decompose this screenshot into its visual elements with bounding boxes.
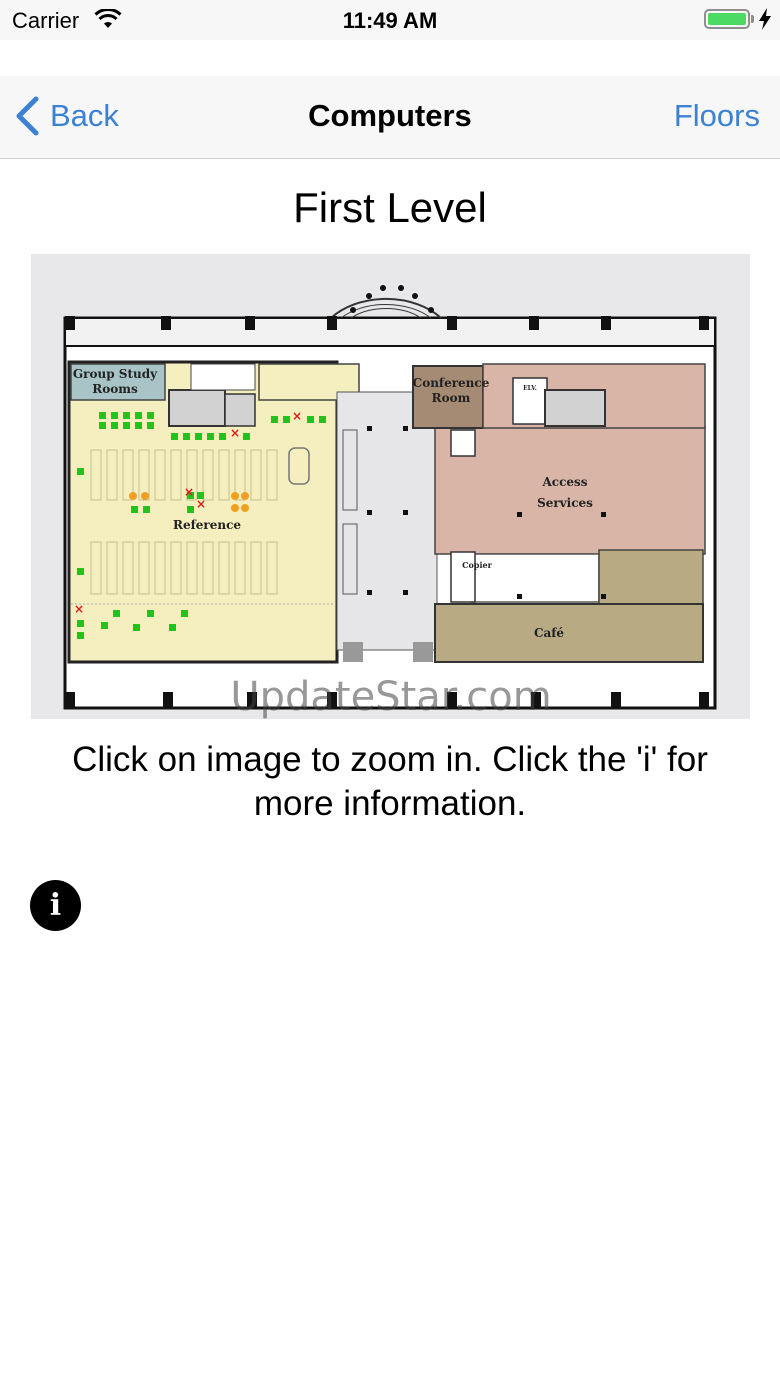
computer-in-use-marker: ×	[74, 602, 84, 616]
room-label-group-study-rooms: Rooms	[92, 382, 138, 396]
computer-available-marker	[99, 412, 106, 419]
computer-available-marker	[183, 433, 190, 440]
level-title: First Level	[293, 184, 487, 231]
computer-other-marker	[231, 492, 239, 500]
charging-bolt-icon	[759, 8, 771, 30]
status-bar: Carrier 11:49 AM	[0, 0, 780, 40]
computer-available-marker	[133, 624, 140, 631]
nav-title: Computers	[308, 98, 472, 133]
info-icon: i	[49, 888, 62, 923]
room-label-access: Access	[541, 475, 587, 489]
computer-available-marker	[319, 416, 326, 423]
battery-icon	[704, 9, 750, 29]
computer-available-marker	[143, 506, 150, 513]
room-label-conference: Conference	[413, 376, 490, 390]
computer-in-use-marker: ×	[196, 497, 206, 511]
computer-available-marker	[147, 610, 154, 617]
computer-available-marker	[181, 610, 188, 617]
computer-available-marker	[207, 433, 214, 440]
computer-available-marker	[77, 568, 84, 575]
computer-available-marker	[147, 412, 154, 419]
room-label-reference: Reference	[173, 518, 241, 532]
room-label-group-study: Group Study	[73, 367, 158, 381]
floors-button[interactable]: Floors	[674, 98, 760, 134]
computer-in-use-marker: ×	[292, 409, 302, 423]
computer-available-marker	[219, 433, 226, 440]
computer-available-marker	[99, 422, 106, 429]
room-label-elevator: ELV.	[523, 385, 537, 392]
computer-available-marker	[169, 624, 176, 631]
computer-in-use-marker: ×	[230, 426, 240, 440]
computer-available-marker	[123, 422, 130, 429]
computer-available-marker	[77, 620, 84, 627]
clock: 11:49 AM	[342, 8, 438, 33]
watermark: UpdateStar.com	[230, 674, 551, 719]
computer-other-marker	[141, 492, 149, 500]
navigation-bar: Back Computers Floors	[0, 76, 780, 159]
room-label-access-services: Services	[537, 496, 593, 510]
computer-available-marker	[77, 468, 84, 475]
computer-available-marker	[131, 506, 138, 513]
computer-available-marker	[111, 412, 118, 419]
room-label-cafe: Café	[534, 626, 564, 640]
computer-available-marker	[307, 416, 314, 423]
computer-available-marker	[171, 433, 178, 440]
computer-other-marker	[241, 492, 249, 500]
room-label-copier: Copier	[462, 560, 492, 570]
computer-other-marker	[129, 492, 137, 500]
instruction-text: Click on image to zoom in. Click the 'i'…	[72, 740, 708, 823]
computer-available-marker	[135, 422, 142, 429]
computer-available-marker	[101, 622, 108, 629]
computer-available-marker	[147, 422, 154, 429]
computer-available-marker	[113, 610, 120, 617]
info-button[interactable]: i	[30, 880, 81, 931]
floor-plan-drawing: Group Study Rooms Reference Conference R…	[63, 285, 717, 719]
computer-available-marker	[271, 416, 278, 423]
computer-other-marker	[231, 504, 239, 512]
computer-available-marker	[195, 433, 202, 440]
computer-available-marker	[111, 422, 118, 429]
computer-available-marker	[187, 506, 194, 513]
computer-in-use-marker: ×	[184, 485, 194, 499]
computer-available-marker	[135, 412, 142, 419]
battery-tip	[751, 15, 754, 23]
computer-available-marker	[243, 433, 250, 440]
computer-available-marker	[123, 412, 130, 419]
floor-plan-image[interactable]: Group Study Rooms Reference Conference R…	[31, 254, 750, 719]
room-label-conference-room: Room	[432, 391, 471, 405]
computer-available-marker	[283, 416, 290, 423]
computer-other-marker	[241, 504, 249, 512]
computer-available-marker	[77, 632, 84, 639]
